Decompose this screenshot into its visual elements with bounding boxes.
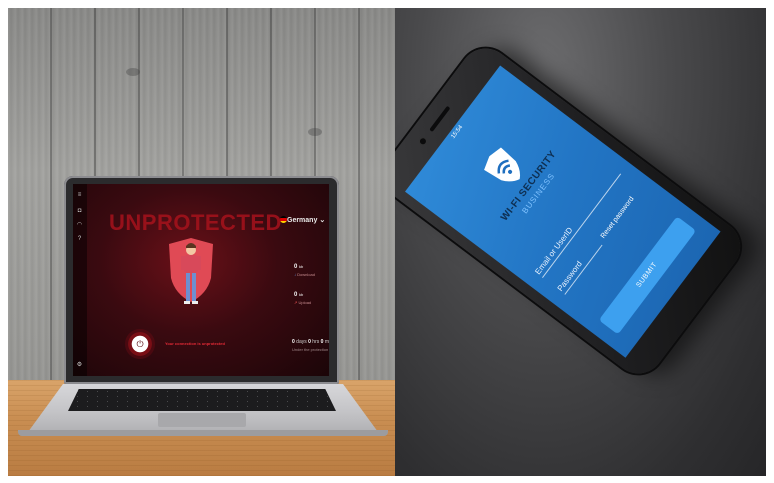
laptop-photo: ≡ ◘ ◠ ? ⚙ UNPROTECTED Germany ⌄ 0 kb ↓ D… [8, 8, 395, 476]
download-arrow-icon: ↓ [294, 272, 296, 277]
phone-earpiece [429, 105, 451, 133]
phone-body: 15:54 WI-FI SECURITY BUSINESS Email or U… [395, 38, 751, 384]
location-label: Germany [287, 217, 318, 224]
wood-knot [308, 128, 322, 136]
smartphone: 15:54 WI-FI SECURITY BUSINESS Email or U… [395, 38, 751, 384]
unprotected-illustration [161, 236, 221, 308]
chevron-down-icon: ⌄ [319, 217, 326, 224]
front-camera-icon [418, 137, 428, 146]
upload-stat: 0 kb [294, 292, 304, 298]
laptop-base-edge [18, 430, 388, 436]
download-label: ↓ Download [294, 272, 315, 277]
laptop-trackpad [158, 413, 246, 427]
wood-knot [126, 68, 140, 76]
submit-button[interactable]: SUBMIT [598, 216, 697, 335]
login-screen: 15:54 WI-FI SECURITY BUSINESS Email or U… [405, 65, 721, 358]
location-selector[interactable]: Germany ⌄ [287, 216, 325, 224]
settings-icon[interactable]: ⚙ [76, 362, 83, 369]
photo-collage: ≡ ◘ ◠ ? ⚙ UNPROTECTED Germany ⌄ 0 kb ↓ D… [8, 8, 766, 476]
shield-icon[interactable]: ◘ [76, 208, 83, 215]
download-stat: 0 kb [294, 264, 304, 270]
wifi-icon[interactable]: ◠ [76, 222, 83, 229]
menu-icon[interactable]: ≡ [76, 192, 83, 199]
power-icon: ⏻ [136, 339, 144, 349]
connection-warning: Your connection is unprotected [165, 341, 225, 346]
app-sidebar: ≡ ◘ ◠ ? ⚙ [73, 184, 87, 376]
connect-button[interactable]: ⏻ [125, 329, 155, 359]
status-title: UNPROTECTED [109, 210, 282, 235]
upload-label: ↗ Upload [294, 300, 312, 305]
germany-flag-icon [280, 216, 287, 223]
laptop-keyboard [68, 389, 336, 411]
protection-timer: 0 days 0 hrs 0 mins 4 sec [292, 339, 329, 345]
phone-photo: 15:54 WI-FI SECURITY BUSINESS Email or U… [395, 8, 766, 476]
vpn-app-screen: ≡ ◘ ◠ ? ⚙ UNPROTECTED Germany ⌄ 0 kb ↓ D… [73, 184, 329, 376]
help-icon[interactable]: ? [76, 236, 83, 243]
reset-password-link[interactable]: Reset password [600, 196, 636, 240]
upload-arrow-icon: ↗ [294, 300, 298, 305]
timer-label: Under the protection [292, 347, 329, 352]
